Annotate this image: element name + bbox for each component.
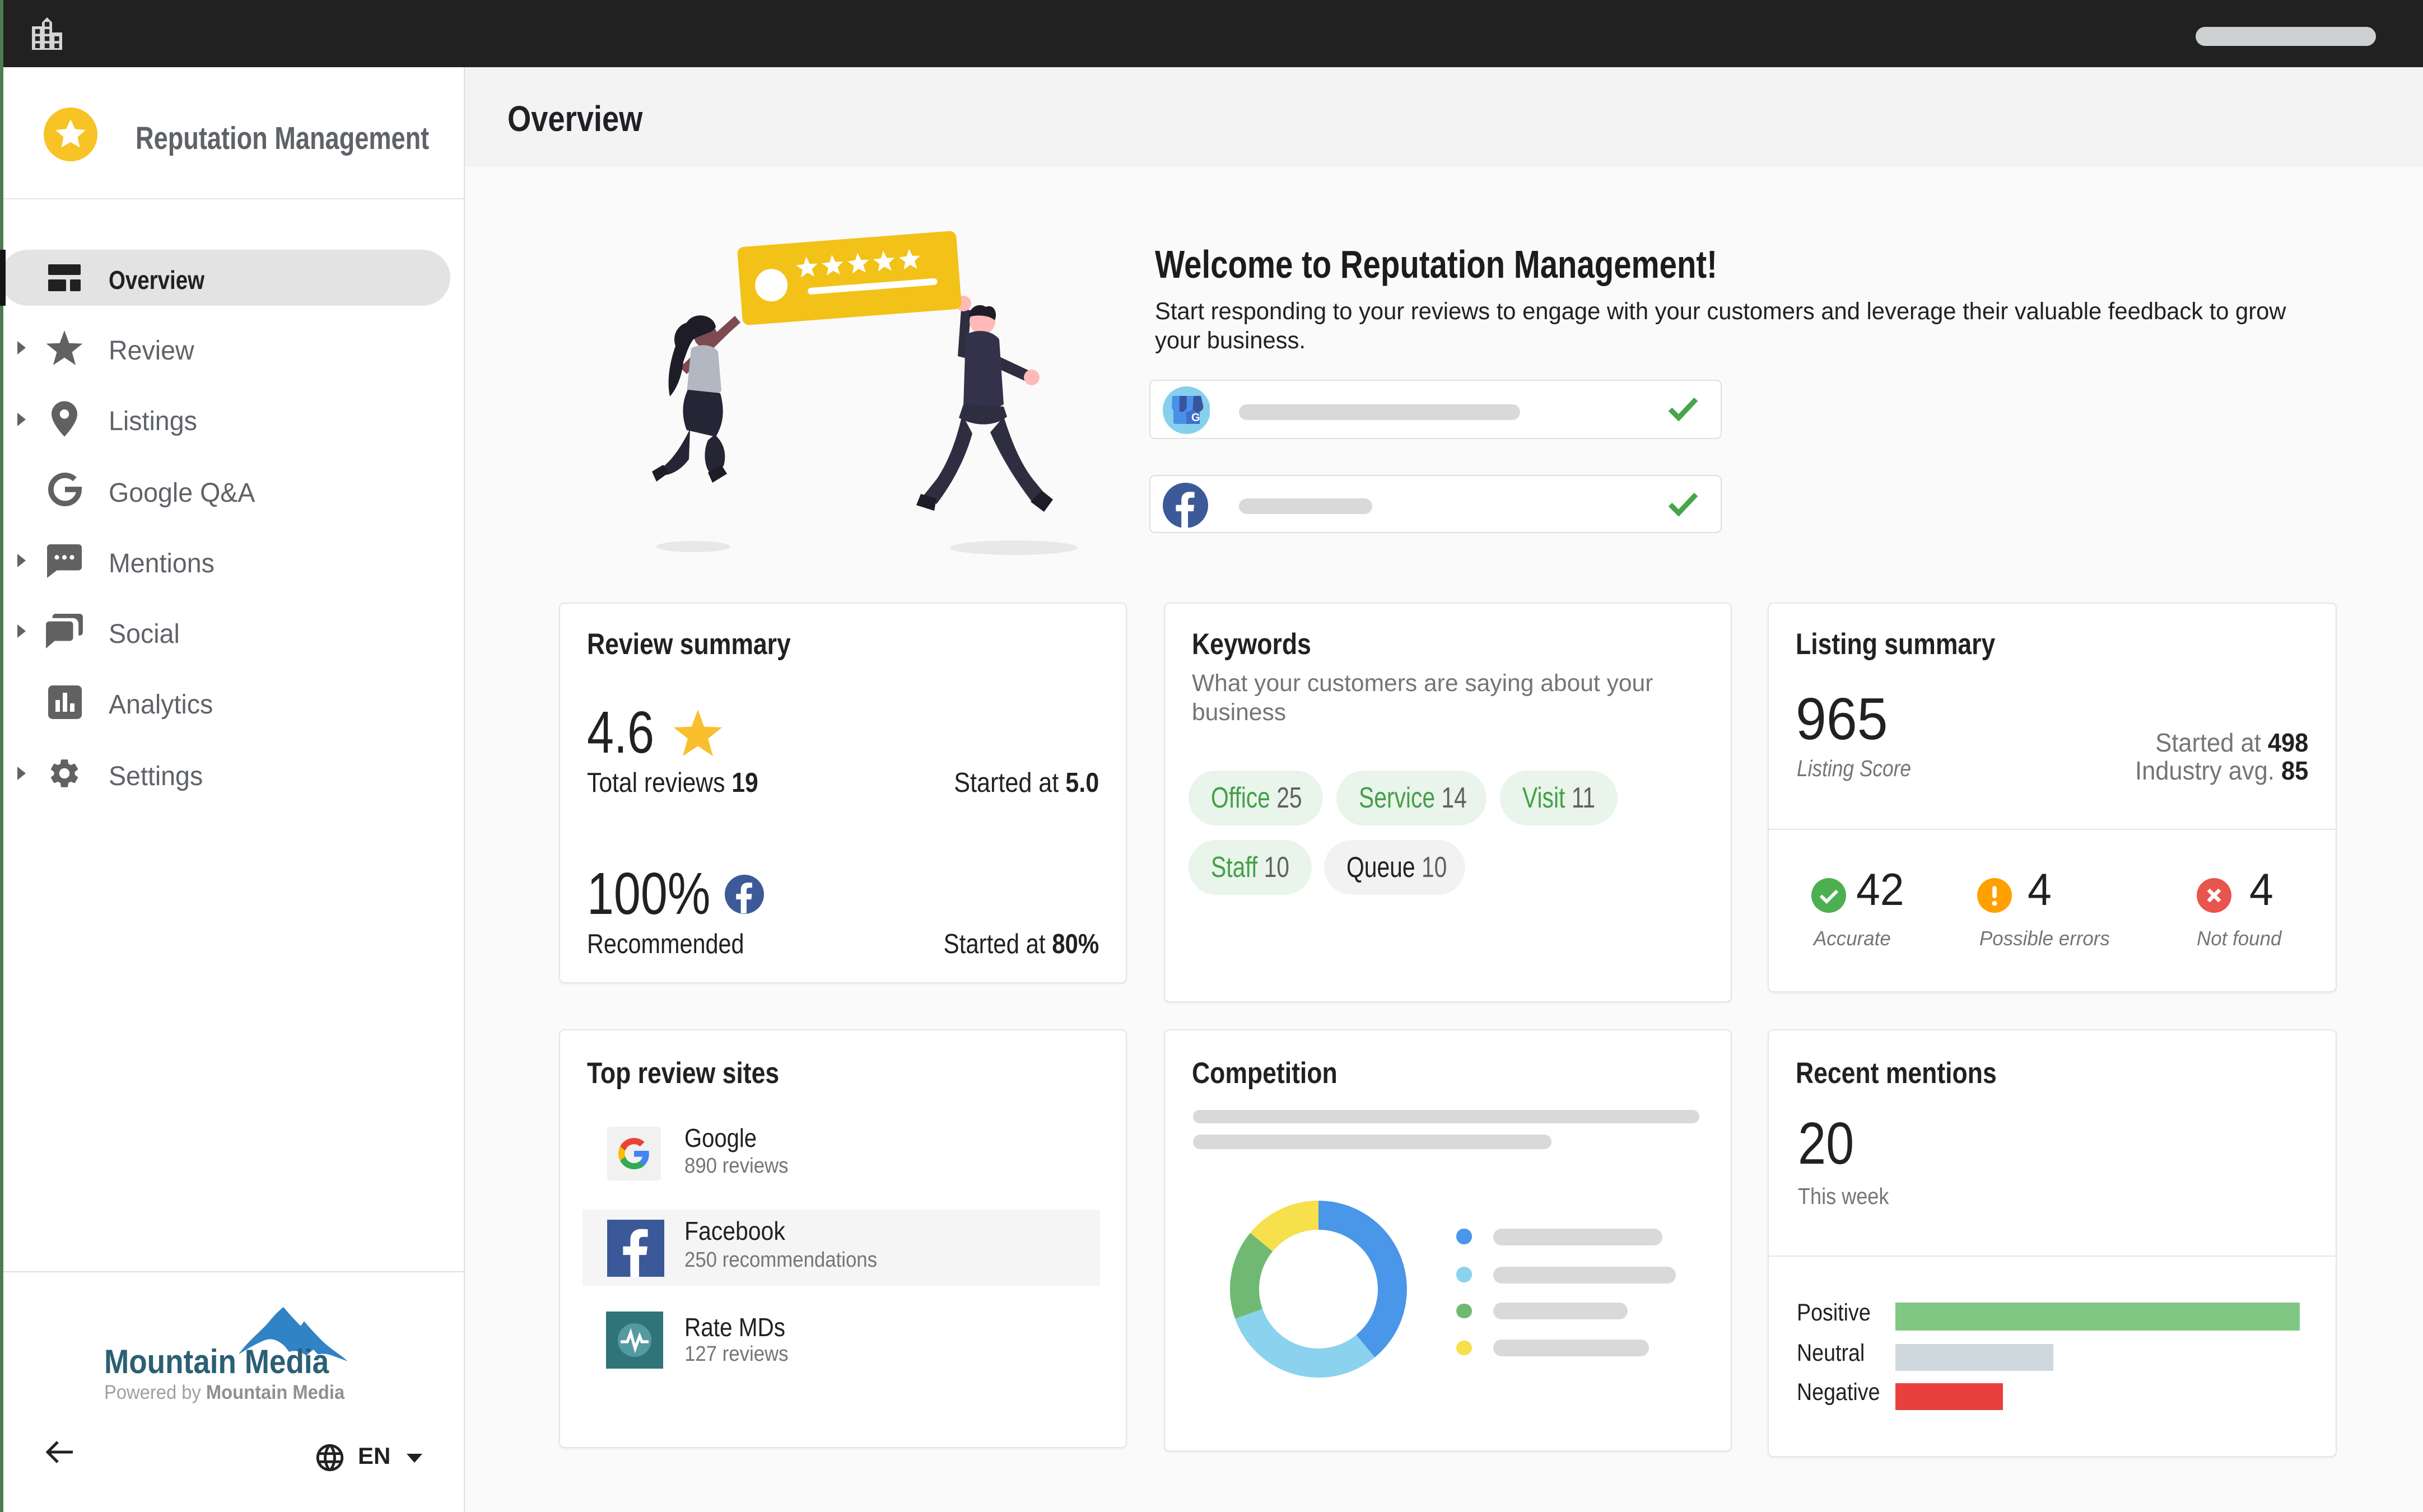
svg-text:G: G [1191,412,1200,424]
